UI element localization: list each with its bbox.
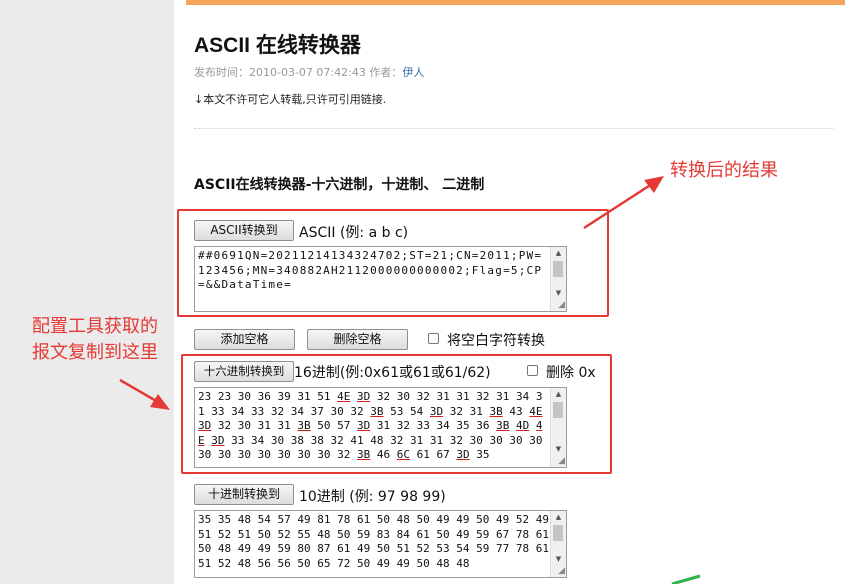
annotation-arrows xyxy=(119,176,701,584)
arrow-to-source xyxy=(119,378,170,410)
arrow-partial-bottom xyxy=(671,574,701,584)
arrow-to-result xyxy=(583,176,664,230)
